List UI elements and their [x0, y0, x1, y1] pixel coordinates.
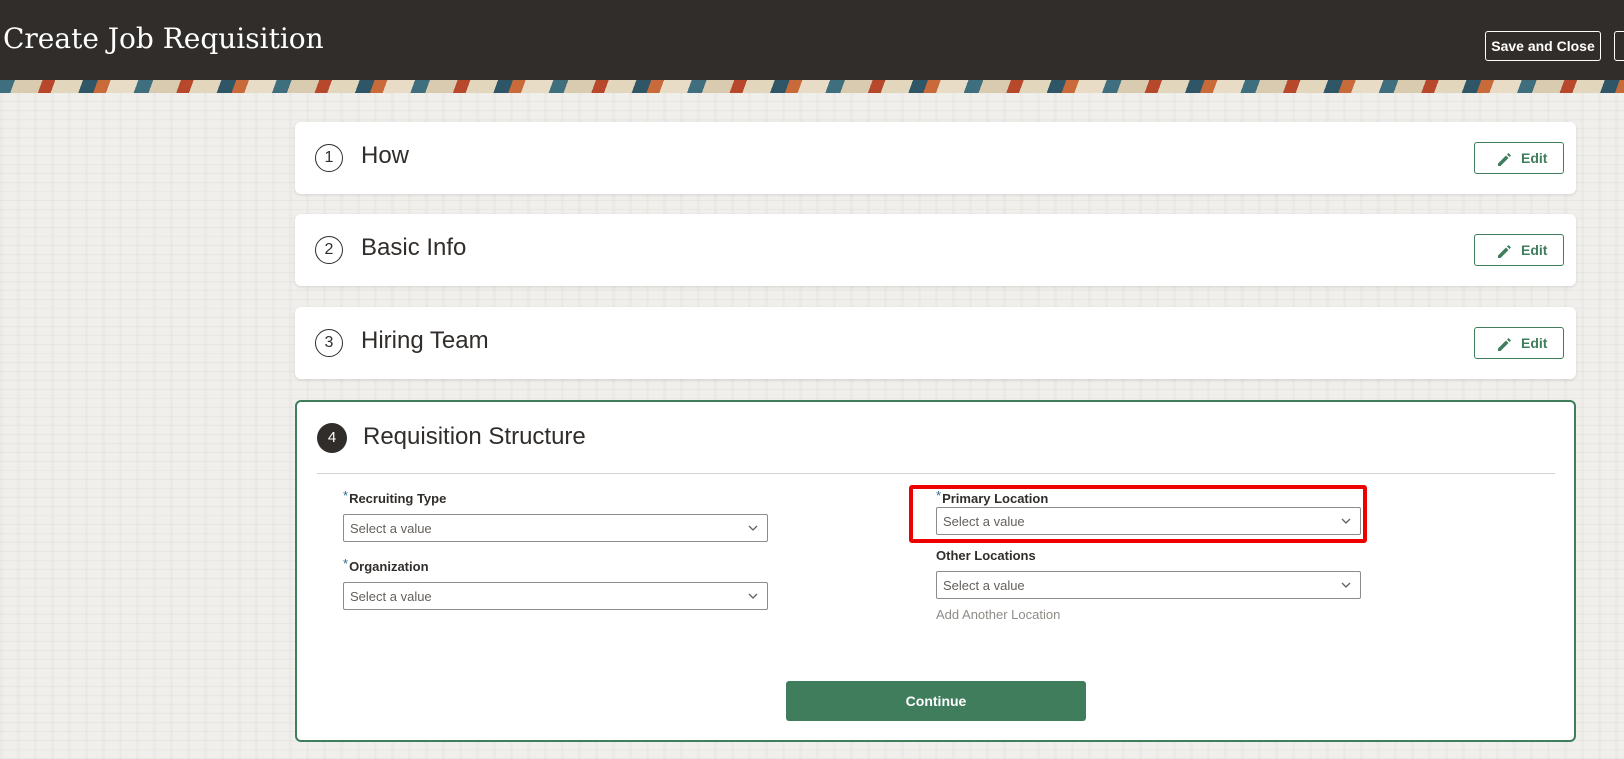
chevron-down-icon [748, 593, 758, 599]
pencil-icon [1498, 245, 1511, 258]
edit-label: Edit [1521, 242, 1548, 258]
recruiting-type-label: *Recruiting Type [343, 488, 447, 506]
other-locations-select[interactable]: Select a value [936, 571, 1361, 599]
step-card-requisition-structure: 4 Requisition Structure *Recruiting Type… [295, 400, 1576, 742]
required-marker: * [343, 488, 349, 503]
step-title: Basic Info [361, 234, 467, 261]
edit-how-button[interactable]: Edit [1474, 142, 1564, 174]
step-number: 2 [315, 236, 343, 264]
chevron-down-icon [1341, 582, 1351, 588]
step-card-hiring-team: 3 Hiring Team Edit [295, 307, 1576, 379]
step-title-active: Requisition Structure [363, 423, 586, 450]
edit-label: Edit [1521, 335, 1548, 351]
recruiting-type-value: Select a value [350, 521, 432, 536]
recruiting-type-select[interactable]: Select a value [343, 514, 768, 542]
chevron-down-icon [748, 525, 758, 531]
organization-label: *Organization [343, 556, 429, 574]
edit-hiring-team-button[interactable]: Edit [1474, 327, 1564, 359]
save-and-close-button[interactable]: Save and Close [1485, 31, 1601, 61]
other-locations-value: Select a value [943, 578, 1025, 593]
edit-label: Edit [1521, 150, 1548, 166]
page-header: Create Job Requisition Save and Close [0, 0, 1624, 80]
step-number: 3 [315, 329, 343, 357]
add-another-location-link[interactable]: Add Another Location [936, 607, 1060, 622]
required-marker: * [343, 556, 349, 571]
step-title: Hiring Team [361, 327, 489, 354]
step-number: 1 [315, 144, 343, 172]
overflow-header-button[interactable] [1614, 31, 1624, 61]
pencil-icon [1498, 338, 1511, 351]
other-locations-label: Other Locations [936, 548, 1036, 563]
page-title: Create Job Requisition [3, 22, 324, 55]
step-title: How [361, 142, 410, 169]
section-divider [317, 473, 1555, 474]
step-number-active: 4 [317, 423, 347, 453]
edit-basic-info-button[interactable]: Edit [1474, 234, 1564, 266]
decorative-banner [0, 80, 1624, 93]
organization-select[interactable]: Select a value [343, 582, 768, 610]
recruiting-type-label-text: Recruiting Type [349, 491, 447, 506]
continue-button[interactable]: Continue [786, 681, 1086, 721]
organization-value: Select a value [350, 589, 432, 604]
organization-label-text: Organization [349, 559, 429, 574]
primary-location-highlight [909, 485, 1367, 543]
step-card-basic-info: 2 Basic Info Edit [295, 214, 1576, 286]
step-card-how: 1 How Edit [295, 122, 1576, 194]
pencil-icon [1498, 153, 1511, 166]
